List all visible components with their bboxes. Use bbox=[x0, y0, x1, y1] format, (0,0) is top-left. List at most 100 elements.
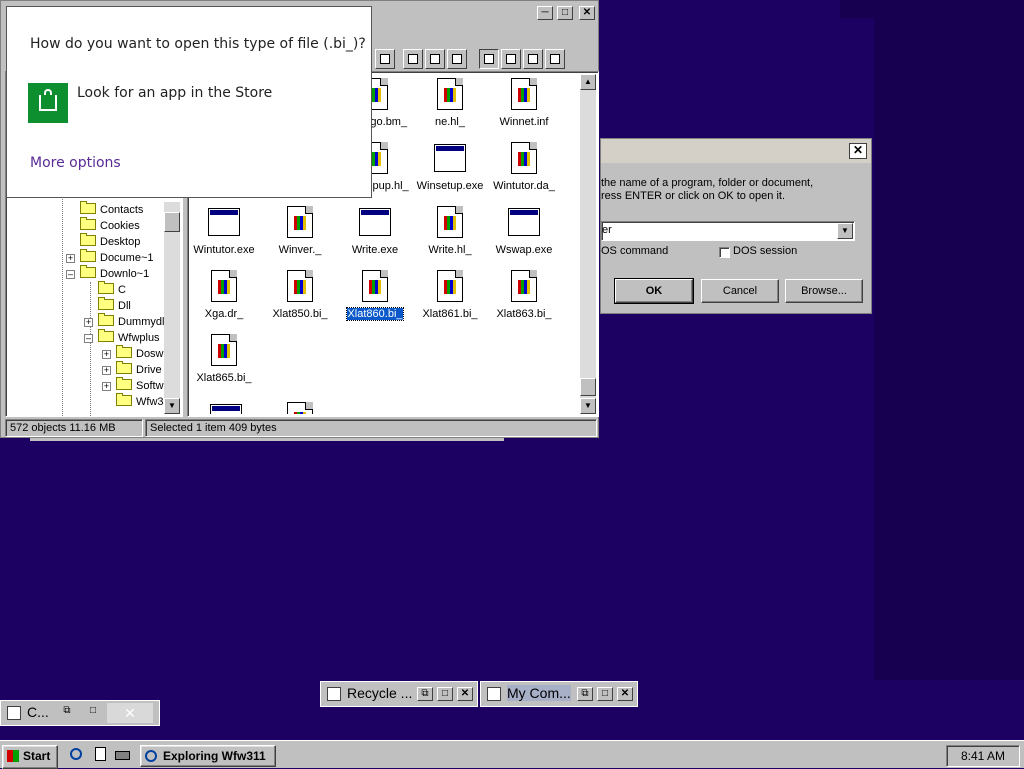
tree-item[interactable]: Cookies bbox=[80, 217, 140, 234]
minimized-window-c[interactable]: C... ⧉ □ ✕ bbox=[0, 700, 160, 726]
minimize-button[interactable]: ─ bbox=[537, 6, 553, 20]
dos-session-checkbox[interactable] bbox=[719, 247, 730, 258]
maximize-button[interactable]: □ bbox=[597, 687, 613, 701]
run-command-value[interactable]: er bbox=[602, 224, 612, 236]
file-item-partial[interactable] bbox=[262, 402, 338, 414]
file-label: Xlat860.bi_ bbox=[337, 307, 413, 321]
open-with-question: How do you want to open this type of fil… bbox=[30, 36, 366, 52]
window-shadow-strip bbox=[30, 438, 504, 441]
maximize-button[interactable]: □ bbox=[85, 705, 101, 719]
properties-icon bbox=[380, 54, 390, 64]
quicklaunch-document-icon[interactable] bbox=[92, 746, 110, 764]
explorer-icon bbox=[145, 750, 157, 762]
sort-size-button[interactable] bbox=[523, 49, 543, 69]
close-button[interactable]: ✕ bbox=[579, 6, 595, 20]
tree-item-label: Cookies bbox=[100, 220, 140, 232]
file-name: Wintutor.exe bbox=[193, 244, 255, 256]
close-icon[interactable]: ✕ bbox=[849, 143, 867, 159]
close-button[interactable]: ✕ bbox=[107, 703, 153, 723]
scroll-down-button[interactable]: ▼ bbox=[164, 398, 180, 414]
expand-plus-icon[interactable]: + bbox=[102, 382, 111, 391]
tree-item[interactable]: Contacts bbox=[80, 201, 143, 218]
ok-button[interactable]: OK bbox=[614, 278, 694, 304]
list-view-button[interactable] bbox=[447, 49, 467, 69]
scroll-thumb[interactable] bbox=[164, 212, 180, 232]
file-item-partial[interactable] bbox=[188, 402, 264, 414]
tree-item-label: Dll bbox=[118, 300, 131, 312]
scroll-thumb[interactable] bbox=[580, 378, 596, 396]
expand-plus-icon[interactable]: + bbox=[84, 318, 93, 327]
files-scrollbar[interactable]: ▲ ▼ bbox=[580, 74, 596, 414]
run-titlebar[interactable]: ✕ bbox=[601, 139, 871, 163]
browse-button[interactable]: Browse... bbox=[785, 279, 863, 303]
tree-item[interactable]: Desktop bbox=[80, 233, 140, 250]
restore-button[interactable]: ⧉ bbox=[417, 687, 433, 701]
properties-button[interactable] bbox=[375, 49, 395, 69]
minimized-label: Recycle ... bbox=[347, 685, 413, 701]
small-icons-button[interactable] bbox=[425, 49, 445, 69]
file-label: Winver._ bbox=[262, 244, 338, 256]
expand-plus-icon[interactable]: + bbox=[66, 254, 75, 263]
open-with-flyout[interactable]: How do you want to open this type of fil… bbox=[6, 6, 372, 198]
quicklaunch-printer-icon[interactable] bbox=[114, 746, 132, 764]
tree-item[interactable]: Downlo~1 bbox=[80, 265, 149, 282]
combo-dropdown-icon[interactable]: ▼ bbox=[837, 223, 853, 239]
more-options-link[interactable]: More options bbox=[30, 155, 121, 171]
tree-item[interactable]: Docume~1 bbox=[80, 249, 154, 266]
collapse-minus-icon[interactable]: – bbox=[66, 270, 75, 279]
file-name: Winnet.inf bbox=[499, 116, 549, 128]
tree-line bbox=[90, 282, 91, 416]
minimized-window-recycle[interactable]: Recycle ... ⧉ □ ✕ bbox=[320, 681, 478, 707]
file-label: Xlat850.bi_ bbox=[262, 308, 338, 320]
scroll-down-button[interactable]: ▼ bbox=[580, 398, 596, 414]
collapse-minus-icon[interactable]: – bbox=[84, 334, 93, 343]
folder-icon bbox=[116, 345, 132, 358]
dos-session-label[interactable]: DOS session bbox=[733, 245, 797, 257]
tree-item[interactable]: Softw bbox=[116, 377, 164, 394]
cancel-button[interactable]: Cancel bbox=[701, 279, 779, 303]
exe-icon bbox=[359, 208, 391, 236]
start-label: Start bbox=[23, 749, 51, 763]
run-command-combo[interactable]: er ▼ bbox=[601, 221, 855, 241]
restore-button[interactable]: ⧉ bbox=[577, 687, 593, 701]
minimized-window-mycomputer[interactable]: My Com... ⧉ □ ✕ bbox=[480, 681, 638, 707]
system-tray-clock[interactable]: 8:41 AM bbox=[946, 745, 1020, 767]
dos-command-label[interactable]: OS command bbox=[601, 245, 668, 257]
restore-button[interactable]: ⧉ bbox=[59, 705, 75, 719]
tree-item[interactable]: Dummydl bbox=[98, 313, 164, 330]
store-option[interactable]: Look for an app in the Store bbox=[77, 85, 272, 101]
run-dialog[interactable]: ✕ the name of a program, folder or docum… bbox=[600, 138, 872, 314]
doc-icon bbox=[287, 206, 313, 238]
large-icons-button[interactable] bbox=[403, 49, 423, 69]
sort-type-button[interactable] bbox=[501, 49, 521, 69]
quicklaunch-explorer-icon[interactable] bbox=[68, 746, 86, 764]
tree-item[interactable]: Drive bbox=[116, 361, 162, 378]
task-button-explorer[interactable]: Exploring Wfw311 bbox=[140, 745, 276, 767]
exe-icon bbox=[210, 404, 242, 414]
expand-plus-icon[interactable]: + bbox=[102, 350, 111, 359]
tree-item[interactable]: Wfwplus bbox=[98, 329, 160, 346]
tree-item-label: Dosw bbox=[136, 348, 164, 360]
file-name: Xlat860.bi_ bbox=[346, 307, 404, 321]
tree-scrollbar[interactable]: ▼ bbox=[164, 202, 180, 414]
store-icon[interactable] bbox=[28, 83, 68, 123]
scroll-up-button[interactable]: ▲ bbox=[580, 74, 596, 90]
tree-item[interactable]: Dll bbox=[98, 297, 131, 314]
tree-item[interactable]: Dosw bbox=[116, 345, 164, 362]
status-selected: Selected 1 item 409 bytes bbox=[145, 419, 597, 437]
tree-item[interactable]: C bbox=[98, 281, 126, 298]
expand-plus-icon[interactable]: + bbox=[102, 366, 111, 375]
file-label: Xlat861.bi_ bbox=[412, 308, 488, 320]
start-button[interactable]: Start bbox=[2, 745, 58, 769]
maximize-button[interactable]: □ bbox=[557, 6, 573, 20]
close-button[interactable]: ✕ bbox=[617, 687, 633, 701]
sort-name-button[interactable] bbox=[479, 49, 499, 69]
maximize-button[interactable]: □ bbox=[437, 687, 453, 701]
task-label: Exploring Wfw311 bbox=[163, 749, 266, 763]
tree-item[interactable]: Wfw3 bbox=[116, 393, 164, 410]
doc-icon bbox=[511, 270, 537, 302]
magnifier-icon bbox=[70, 748, 82, 760]
sort-date-button[interactable] bbox=[545, 49, 565, 69]
run-description: the name of a program, folder or documen… bbox=[601, 177, 831, 203]
close-button[interactable]: ✕ bbox=[457, 687, 473, 701]
